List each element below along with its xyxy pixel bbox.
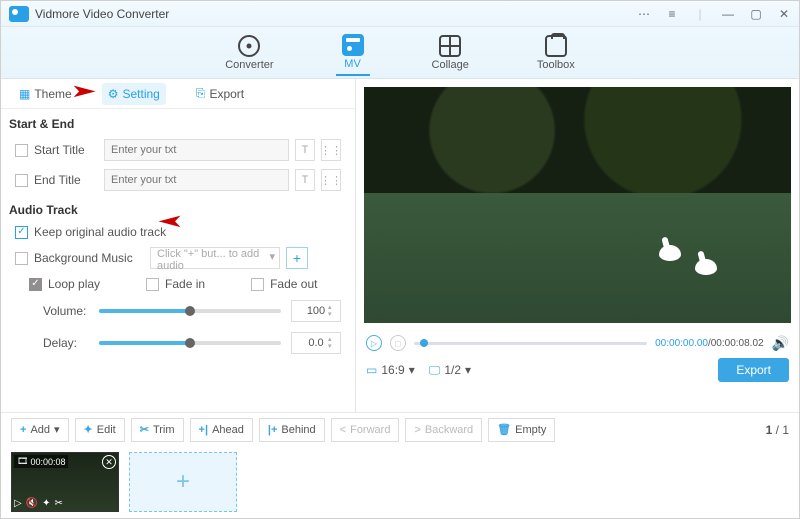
swan-graphic bbox=[659, 245, 681, 261]
tab-label: Collage bbox=[432, 59, 469, 71]
subtab-setting[interactable]: ⚙ Setting bbox=[102, 83, 166, 105]
loop-label: Loop play bbox=[48, 277, 100, 291]
trim-button[interactable]: ✂Trim bbox=[131, 418, 184, 442]
text-style-button[interactable]: T bbox=[295, 139, 315, 161]
app-logo-icon bbox=[9, 6, 29, 22]
play-icon[interactable]: ▷ bbox=[14, 498, 22, 509]
app-title: Vidmore Video Converter bbox=[35, 7, 169, 21]
titlebar: Vidmore Video Converter ⋯ ≡ | — ▢ ✕ bbox=[1, 1, 799, 27]
forward-button[interactable]: <Forward bbox=[331, 418, 400, 442]
volume-value[interactable]: 100▴▾ bbox=[291, 300, 341, 322]
checkbox-bg-music[interactable] bbox=[15, 252, 28, 265]
maximize-button[interactable]: ▢ bbox=[749, 7, 763, 21]
tab-toolbox[interactable]: Toolbox bbox=[531, 31, 581, 75]
subtab-label: Export bbox=[209, 87, 244, 101]
fx-icon[interactable]: ✦ bbox=[42, 498, 50, 509]
mute-icon[interactable]: 🔇 bbox=[26, 498, 38, 509]
backward-button[interactable]: >Backward bbox=[405, 418, 482, 442]
subtab-theme[interactable]: ▦ Theme bbox=[13, 83, 78, 105]
subtab-label: Setting bbox=[122, 87, 159, 101]
remove-clip-button[interactable]: ✕ bbox=[102, 455, 116, 469]
checkbox-end-title[interactable] bbox=[15, 174, 28, 187]
ahead-button[interactable]: +|Ahead bbox=[190, 418, 253, 442]
film-icon: 🎞 bbox=[17, 456, 28, 467]
converter-icon bbox=[238, 35, 260, 57]
video-preview[interactable] bbox=[364, 87, 791, 323]
player-bar: ▷ ◻ 00:00:00.00/00:00:08.02 🔊 bbox=[356, 331, 799, 355]
time-total: 00:00:08.02 bbox=[711, 338, 764, 349]
end-title-input[interactable] bbox=[104, 169, 289, 191]
export-icon: ⎘ bbox=[196, 86, 206, 101]
fadeout-label: Fade out bbox=[270, 277, 317, 291]
empty-button[interactable]: 🗑Empty bbox=[488, 418, 555, 442]
grid-icon: ▦ bbox=[19, 87, 30, 101]
page-indicator: 1 / 1 bbox=[766, 423, 789, 437]
start-title-label: Start Title bbox=[34, 143, 98, 157]
delay-slider[interactable] bbox=[99, 341, 281, 345]
checkbox-fadeout[interactable] bbox=[251, 278, 264, 291]
thumb-duration: 🎞00:00:08 bbox=[14, 455, 68, 468]
sep-icon: | bbox=[693, 7, 707, 21]
minimize-button[interactable]: — bbox=[721, 7, 735, 21]
tab-collage[interactable]: Collage bbox=[426, 31, 475, 75]
bottom-toolbar: +Add ▾ ✦Edit ✂Trim +|Ahead |+Behind <For… bbox=[1, 412, 799, 446]
play-button[interactable]: ▷ bbox=[366, 335, 382, 351]
main-toolbar: Converter MV Collage Toolbox bbox=[1, 27, 799, 79]
preview-options-bar: ▭16:9 ▾ 🖵1/2 ▾ Export bbox=[356, 355, 799, 385]
checkbox-keep-original[interactable] bbox=[15, 226, 28, 239]
checkbox-start-title[interactable] bbox=[15, 144, 28, 157]
keep-original-label: Keep original audio track bbox=[34, 225, 166, 239]
stop-button[interactable]: ◻ bbox=[390, 335, 406, 351]
start-title-input[interactable] bbox=[104, 139, 289, 161]
thumbnail-strip: 🎞00:00:08 ✕ ▷ 🔇 ✦ ✂ + bbox=[1, 446, 799, 518]
ratio-select[interactable]: 🖵1/2 ▾ bbox=[429, 363, 471, 378]
delay-label: Delay: bbox=[43, 336, 89, 350]
text-style-button[interactable]: T bbox=[295, 169, 315, 191]
subtab-bar: ▦ Theme ⚙ Setting ⎘ Export bbox=[1, 79, 355, 109]
tab-mv[interactable]: MV bbox=[336, 30, 370, 76]
swan-graphic bbox=[695, 259, 717, 275]
bg-music-label: Background Music bbox=[34, 251, 144, 265]
text-opts-button[interactable]: ⋮⋮ bbox=[321, 139, 341, 161]
fadein-label: Fade in bbox=[165, 277, 205, 291]
tab-label: MV bbox=[344, 58, 361, 70]
end-title-label: End Title bbox=[34, 173, 98, 187]
edit-button[interactable]: ✦Edit bbox=[75, 418, 125, 442]
delay-value[interactable]: 0.0▴▾ bbox=[291, 332, 341, 354]
checkbox-loop[interactable] bbox=[29, 278, 42, 291]
behind-button[interactable]: |+Behind bbox=[259, 418, 325, 442]
gear-icon: ⚙ bbox=[108, 87, 119, 101]
export-button[interactable]: Export bbox=[718, 358, 789, 382]
tab-converter[interactable]: Converter bbox=[219, 31, 279, 75]
bg-music-combo[interactable]: Click "+" but... to add audio bbox=[150, 247, 280, 269]
aspect-select[interactable]: ▭16:9 ▾ bbox=[366, 363, 415, 377]
display-icon: 🖵 bbox=[429, 363, 441, 378]
tab-label: Toolbox bbox=[537, 59, 575, 71]
checkbox-fadein[interactable] bbox=[146, 278, 159, 291]
volume-icon[interactable]: 🔊 bbox=[772, 335, 789, 352]
text-opts-button[interactable]: ⋮⋮ bbox=[321, 169, 341, 191]
menu-icon[interactable]: ≡ bbox=[665, 7, 679, 21]
cut-icon[interactable]: ✂ bbox=[55, 498, 63, 509]
aspect-icon: ▭ bbox=[366, 363, 377, 377]
add-audio-button[interactable]: + bbox=[286, 247, 308, 269]
volume-label: Volume: bbox=[43, 304, 89, 318]
clip-thumbnail[interactable]: 🎞00:00:08 ✕ ▷ 🔇 ✦ ✂ bbox=[11, 452, 119, 512]
section-start-end: Start & End bbox=[1, 109, 355, 135]
subtab-export[interactable]: ⎘ Export bbox=[190, 82, 250, 105]
add-clip-button[interactable]: + bbox=[129, 452, 237, 512]
volume-slider[interactable] bbox=[99, 309, 281, 313]
progress-bar[interactable] bbox=[414, 342, 647, 345]
feedback-icon[interactable]: ⋯ bbox=[637, 7, 651, 21]
trash-icon: 🗑 bbox=[497, 423, 511, 436]
thumb-actions: ▷ 🔇 ✦ ✂ bbox=[14, 498, 63, 509]
close-button[interactable]: ✕ bbox=[777, 7, 791, 21]
add-button[interactable]: +Add ▾ bbox=[11, 418, 69, 442]
toolbox-icon bbox=[545, 35, 567, 57]
tab-label: Converter bbox=[225, 59, 273, 71]
collage-icon bbox=[439, 35, 461, 57]
time-current: 00:00:00.00 bbox=[655, 338, 708, 349]
subtab-label: Theme bbox=[34, 87, 71, 101]
mv-icon bbox=[342, 34, 364, 56]
